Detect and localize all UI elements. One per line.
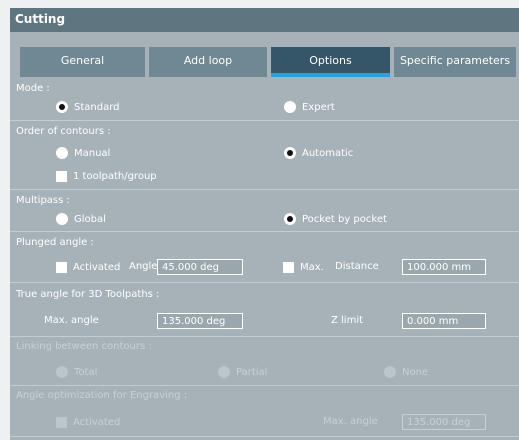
linking-total-label: Total bbox=[74, 366, 98, 378]
radio-unselected-icon bbox=[56, 147, 68, 159]
plunged-section-label: Plunged angle : bbox=[16, 237, 94, 248]
radio-disabled-icon bbox=[56, 366, 68, 378]
plunged-angle-input[interactable]: 45.000 deg bbox=[157, 259, 243, 275]
plunged-angle-label: Angle bbox=[129, 261, 158, 272]
toolpath-group-label: 1 toolpath/group bbox=[73, 170, 157, 182]
mode-section-label: Mode : bbox=[16, 83, 50, 94]
toolpath-group-checkbox[interactable]: 1 toolpath/group bbox=[56, 169, 157, 183]
mode-expert-label: Expert bbox=[302, 101, 335, 113]
order-section-label: Order of contours : bbox=[16, 126, 111, 137]
divider bbox=[10, 231, 519, 232]
multipass-global-radio[interactable]: Global bbox=[56, 212, 106, 226]
checkbox-icon bbox=[283, 261, 294, 273]
options-panel: General Add loop Options Specific parame… bbox=[10, 32, 519, 440]
radio-disabled-icon bbox=[218, 366, 230, 378]
linking-partial-radio: Partial bbox=[218, 365, 267, 379]
radio-unselected-icon bbox=[56, 213, 68, 225]
linking-partial-label: Partial bbox=[236, 366, 268, 378]
plunged-activated-checkbox[interactable]: Activated bbox=[56, 260, 120, 274]
linking-none-radio: None bbox=[384, 365, 428, 379]
window-title-bar: Cutting bbox=[10, 8, 519, 32]
multipass-pocket-radio[interactable]: Pocket by pocket bbox=[284, 212, 387, 226]
tab-add-loop[interactable]: Add loop bbox=[149, 47, 267, 77]
tab-specific-parameters[interactable]: Specific parameters bbox=[394, 47, 516, 77]
mode-expert-radio[interactable]: Expert bbox=[284, 100, 335, 114]
tab-options[interactable]: Options bbox=[271, 47, 390, 77]
multipass-section-label: Multipass : bbox=[16, 195, 70, 206]
true-angle-max-input[interactable]: 135.000 deg bbox=[157, 313, 243, 329]
engraving-max-angle-label: Max. angle bbox=[323, 416, 378, 427]
divider bbox=[10, 336, 519, 337]
mode-standard-label: Standard bbox=[74, 101, 120, 113]
radio-disabled-icon bbox=[384, 366, 396, 378]
checkbox-icon bbox=[56, 170, 67, 182]
radio-selected-icon bbox=[56, 101, 68, 113]
divider bbox=[10, 189, 519, 190]
radio-selected-icon bbox=[284, 147, 296, 159]
active-tab-indicator bbox=[271, 73, 390, 77]
divider bbox=[10, 282, 519, 283]
true-angle-section-label: True angle for 3D Toolpaths : bbox=[16, 289, 160, 300]
radio-selected-icon bbox=[284, 213, 296, 225]
plunged-activated-label: Activated bbox=[73, 261, 121, 273]
tab-general-label: General bbox=[60, 54, 105, 67]
divider bbox=[10, 436, 519, 437]
plunged-distance-label: Distance bbox=[335, 261, 379, 272]
true-angle-max-label: Max. angle bbox=[44, 315, 99, 326]
divider bbox=[10, 120, 519, 121]
tab-add-loop-label: Add loop bbox=[183, 54, 233, 67]
tab-options-label: Options bbox=[309, 54, 352, 67]
linking-total-radio: Total bbox=[56, 365, 97, 379]
engraving-max-angle-input: 135.000 deg bbox=[402, 414, 486, 430]
linking-section-label: Linking between contours : bbox=[16, 341, 152, 352]
checkbox-icon bbox=[56, 261, 67, 273]
plunged-max-label: Max. bbox=[300, 261, 324, 273]
plunged-distance-input[interactable]: 100.000 mm bbox=[402, 259, 486, 275]
plunged-max-checkbox[interactable]: Max. bbox=[283, 260, 324, 274]
mode-standard-radio[interactable]: Standard bbox=[56, 100, 120, 114]
radio-unselected-icon bbox=[284, 101, 296, 113]
order-manual-label: Manual bbox=[74, 147, 111, 159]
engraving-section-label: Angle optimization for Engraving : bbox=[16, 390, 188, 401]
linking-none-label: None bbox=[402, 366, 429, 378]
z-limit-input[interactable]: 0.000 mm bbox=[402, 313, 486, 329]
checkbox-disabled-icon bbox=[56, 416, 67, 428]
order-automatic-label: Automatic bbox=[302, 147, 354, 159]
multipass-global-label: Global bbox=[74, 213, 106, 225]
tab-specific-parameters-label: Specific parameters bbox=[399, 54, 511, 67]
divider bbox=[10, 385, 519, 386]
z-limit-label: Z limit bbox=[331, 315, 364, 326]
order-automatic-radio[interactable]: Automatic bbox=[284, 146, 353, 160]
engraving-activated-checkbox: Activated bbox=[56, 415, 120, 429]
window-title: Cutting bbox=[15, 12, 66, 26]
multipass-pocket-label: Pocket by pocket bbox=[302, 213, 387, 225]
tab-general[interactable]: General bbox=[20, 47, 145, 77]
engraving-activated-label: Activated bbox=[73, 416, 121, 428]
order-manual-radio[interactable]: Manual bbox=[56, 146, 110, 160]
